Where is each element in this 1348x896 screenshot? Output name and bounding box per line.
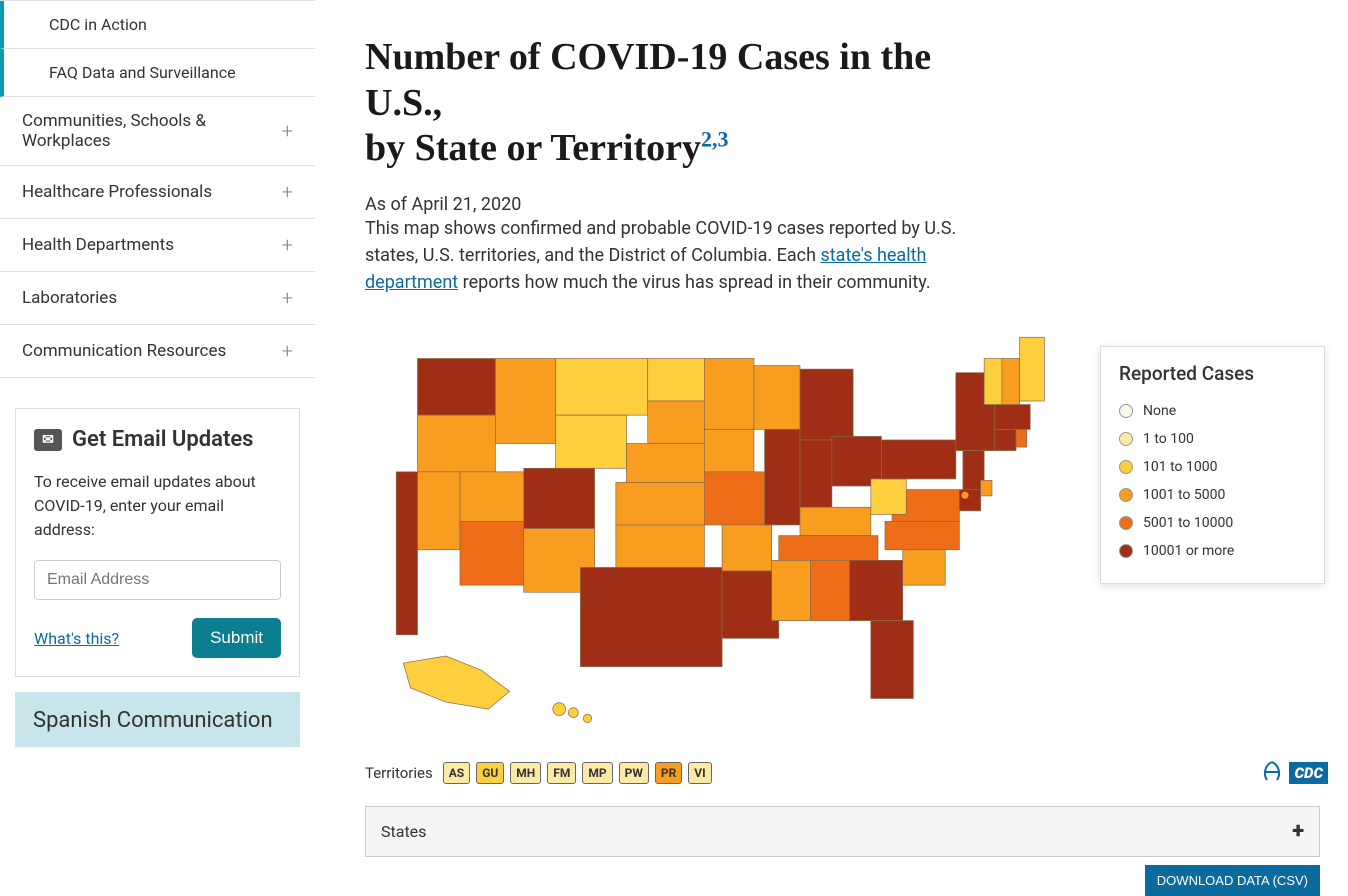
nav-item-communities[interactable]: Communities, Schools & Workplaces+ bbox=[0, 97, 315, 166]
legend-item[interactable]: 1 to 100 bbox=[1119, 425, 1304, 453]
nav-item-communication[interactable]: Communication Resources + bbox=[0, 325, 315, 378]
territory-chip-fm[interactable]: FM bbox=[547, 762, 576, 784]
territories-row: Territories AS GU MH FM MP PW PR VI CDC bbox=[365, 760, 1348, 786]
legend-swatch bbox=[1119, 516, 1133, 530]
nav-list: CDC in Action FAQ Data and Surveillance … bbox=[0, 0, 315, 378]
legend-swatch bbox=[1119, 544, 1133, 558]
legend-swatch bbox=[1119, 432, 1133, 446]
nav-item-health-dept[interactable]: Health Departments + bbox=[0, 219, 315, 272]
legend-title: Reported Cases bbox=[1119, 362, 1304, 385]
map-area: Reported Cases None 1 to 100 101 to 1000 10… bbox=[365, 316, 1325, 745]
territory-chip-mp[interactable]: MP bbox=[582, 762, 612, 784]
territory-chip-gu[interactable]: GU bbox=[476, 762, 504, 784]
territory-chip-vi[interactable]: VI bbox=[688, 762, 711, 784]
legend-label: 10001 or more bbox=[1143, 543, 1234, 559]
widget-desc: To receive email updates about COVID-19,… bbox=[34, 470, 281, 542]
email-input[interactable] bbox=[34, 560, 281, 600]
legend-swatch bbox=[1119, 404, 1133, 418]
nav-label: FAQ Data and Surveillance bbox=[49, 63, 236, 82]
cdc-badge: CDC bbox=[1289, 762, 1328, 784]
nav-label: Communities, Schools & Workplaces bbox=[22, 111, 282, 151]
sidebar: CDC in Action FAQ Data and Surveillance … bbox=[0, 0, 315, 896]
states-label: States bbox=[381, 822, 426, 841]
legend-label: 1001 to 5000 bbox=[1143, 487, 1225, 503]
expand-icon: + bbox=[282, 180, 293, 204]
expand-icon: + bbox=[1292, 819, 1304, 844]
legend-swatch bbox=[1119, 460, 1133, 474]
expand-icon: + bbox=[282, 286, 293, 310]
nav-item-laboratories[interactable]: Laboratories + bbox=[0, 272, 315, 325]
map-description: This map shows confirmed and probable CO… bbox=[365, 215, 1005, 296]
submit-button[interactable]: Submit bbox=[192, 618, 281, 658]
download-csv-button[interactable]: DOWNLOAD DATA (CSV) bbox=[1145, 865, 1320, 896]
expand-icon: + bbox=[282, 339, 293, 363]
spanish-communication-box[interactable]: Spanish Communication bbox=[15, 692, 300, 747]
nav-label: Laboratories bbox=[22, 288, 117, 308]
main-content: Number of COVID-19 Cases in the U.S., by… bbox=[315, 0, 1348, 896]
legend-swatch bbox=[1119, 488, 1133, 502]
nav-label: CDC in Action bbox=[49, 15, 147, 34]
nav-label: Health Departments bbox=[22, 235, 174, 255]
territory-chip-mh[interactable]: MH bbox=[510, 762, 541, 784]
map-legend: Reported Cases None 1 to 100 101 to 1000 10… bbox=[1100, 346, 1325, 584]
hhs-icon bbox=[1259, 760, 1285, 786]
page-title: Number of COVID-19 Cases in the U.S., by… bbox=[365, 35, 1005, 172]
legend-label: None bbox=[1143, 403, 1176, 419]
cdc-logo: CDC bbox=[1259, 760, 1328, 786]
legend-label: 1 to 100 bbox=[1143, 431, 1194, 447]
states-accordion[interactable]: States + bbox=[365, 806, 1320, 857]
as-of-date: As of April 21, 2020 bbox=[365, 194, 1348, 215]
whats-this-link[interactable]: What's this? bbox=[34, 629, 119, 648]
envelope-icon: ✉ bbox=[34, 429, 62, 451]
legend-item[interactable]: 1001 to 5000 bbox=[1119, 481, 1304, 509]
nav-item-faq-data[interactable]: FAQ Data and Surveillance bbox=[0, 49, 315, 97]
nav-item-cdc-in-action[interactable]: CDC in Action bbox=[0, 1, 315, 49]
legend-item[interactable]: 101 to 1000 bbox=[1119, 453, 1304, 481]
territory-chip-pw[interactable]: PW bbox=[619, 762, 649, 784]
legend-item[interactable]: 10001 or more bbox=[1119, 537, 1304, 565]
nav-label: Communication Resources bbox=[22, 341, 226, 361]
nav-label: Healthcare Professionals bbox=[22, 182, 212, 202]
email-updates-widget: ✉ Get Email Updates To receive email upd… bbox=[15, 408, 300, 677]
territories-label: Territories bbox=[365, 764, 433, 782]
legend-label: 5001 to 10000 bbox=[1143, 515, 1233, 531]
widget-title: ✉ Get Email Updates bbox=[34, 427, 281, 452]
legend-item[interactable]: None bbox=[1119, 397, 1304, 425]
territory-chip-as[interactable]: AS bbox=[443, 762, 470, 784]
territory-chip-pr[interactable]: PR bbox=[655, 762, 682, 784]
title-sup: 2,3 bbox=[701, 127, 729, 152]
expand-icon: + bbox=[282, 233, 293, 257]
legend-label: 101 to 1000 bbox=[1143, 459, 1217, 475]
legend-item[interactable]: 5001 to 10000 bbox=[1119, 509, 1304, 537]
expand-icon: + bbox=[282, 119, 293, 143]
us-map-svg[interactable] bbox=[375, 316, 1055, 741]
nav-item-healthcare[interactable]: Healthcare Professionals + bbox=[0, 166, 315, 219]
